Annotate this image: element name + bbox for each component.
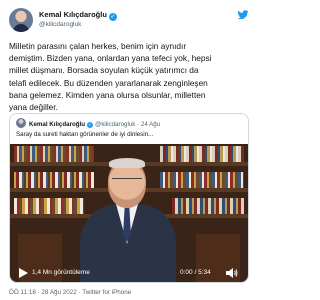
quoted-author-name: Kemal Kılıçdaroğlu (29, 121, 86, 128)
tweet-text-line: Milletin parasını çalan herkes, benim iç… (9, 41, 187, 51)
tweet-source[interactable]: Twitter for iPhone (82, 289, 131, 296)
video-scene-books (14, 198, 84, 214)
video-player[interactable]: 1,4 Mn görüntüleme 0:00 / 5:34 (10, 144, 248, 282)
video-scene-books (14, 172, 94, 188)
author-handle[interactable]: @kilicdarogluk (39, 21, 81, 28)
tweet-card: Kemal Kılıçdaroğlu ✓ @kilicdarogluk Mille… (0, 0, 258, 300)
quoted-tweet[interactable]: Kemal Kılıçdaroğlu ✓ @kilicdarogluk · 24 A… (9, 113, 249, 283)
quoted-separator: · (137, 121, 140, 128)
tweet-footer: ÖÖ 11:18 · 28 Ağu 2022 · Twitter for iPh… (9, 289, 131, 296)
video-scene-books (160, 146, 244, 162)
tweet-timestamp[interactable]: ÖÖ 11:18 · 28 Ağu 2022 · (9, 289, 82, 296)
tweet-text-line: bana gelemez. Kimden yana olursa olsunla… (9, 89, 206, 100)
video-scene-person-hair (109, 158, 145, 168)
tweet-text-line: demiştim. Bizden yana, onlardan yana tef… (9, 53, 212, 64)
avatar[interactable] (9, 8, 33, 32)
quoted-date: 24 Ağu (140, 121, 161, 128)
video-scene-books (172, 198, 244, 214)
video-time: 0:00 / 5:34 (180, 269, 211, 276)
play-icon[interactable] (18, 268, 28, 278)
video-scene-books (160, 172, 244, 188)
quoted-author-handle: @kilicdarogluk (95, 121, 136, 128)
speaker-icon[interactable] (226, 268, 238, 278)
twitter-logo-icon[interactable] (237, 9, 249, 21)
video-scene-books (14, 146, 94, 162)
quoted-tweet-text: Saray da sureti haktan görünenler de iyi… (16, 131, 154, 138)
quoted-tweet-header: Kemal Kılıçdaroğlu ✓ @kilicdarogluk · 24 A… (16, 118, 160, 130)
verified-badge-icon: ✓ (108, 13, 117, 21)
tweet-text-line: telafi edilecek. Bu düzenden yararlanara… (9, 77, 208, 88)
tweet-text-line: millet düşmanı. Borsada soyulan küçük ya… (9, 65, 199, 76)
video-scene-person-glasses (112, 178, 142, 184)
verified-badge-icon: ✓ (87, 122, 94, 128)
author-name-text[interactable]: Kemal Kılıçdaroğlu (39, 10, 107, 19)
tweet-text-line: yana değiller. (9, 102, 58, 113)
tweet-header: Kemal Kılıçdaroğlu ✓ @kilicdarogluk (9, 8, 249, 34)
tweet-text: Milletin parasını çalan herkes, benim iç… (9, 40, 249, 113)
quoted-avatar (16, 118, 26, 128)
video-view-count: 1,4 Mn görüntüleme (32, 269, 90, 276)
author-name[interactable]: Kemal Kılıçdaroğlu ✓ (39, 10, 117, 21)
